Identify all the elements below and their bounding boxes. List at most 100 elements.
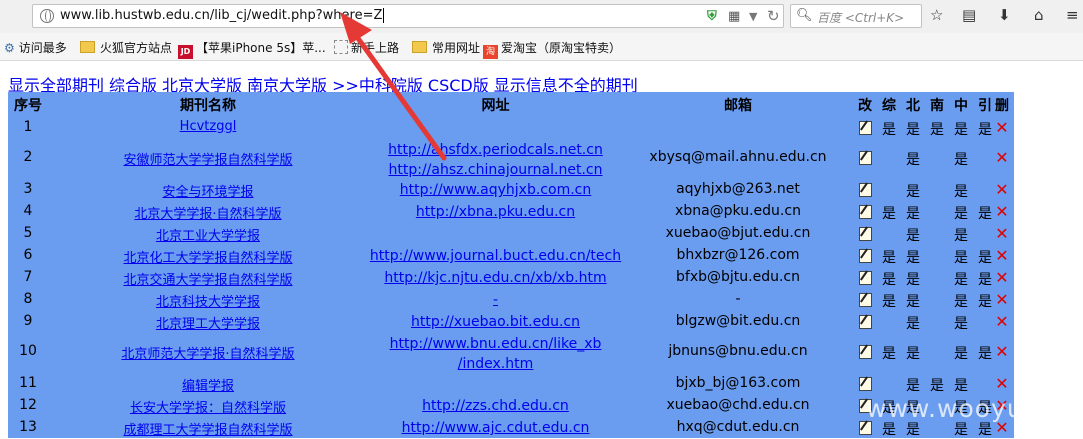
pku-flag: 是 xyxy=(906,184,920,200)
table-row: 5 北京工业大学学报 xuebao@bjut.edu.cn 是 是 ✕ xyxy=(8,223,1014,245)
website-link[interactable]: http://www.aqyhjxb.com.cn xyxy=(368,180,623,200)
pku-flag: 是 xyxy=(906,152,920,168)
comprehensive-flag: 是 xyxy=(882,294,896,310)
menu-icon[interactable]: ≡ xyxy=(1066,6,1079,24)
header-nju: 南 xyxy=(930,98,944,114)
website-link[interactable]: http://xuebao.bit.edu.cn xyxy=(368,312,623,332)
row-number: 8 xyxy=(23,291,33,307)
pencil-icon xyxy=(858,421,872,435)
delete-icon[interactable]: ✕ xyxy=(990,224,1014,243)
journal-name-link[interactable]: 北京工业大学学报 xyxy=(48,225,368,244)
email: - xyxy=(735,291,741,307)
website-cell: http://www.aqyhjxb.com.cn xyxy=(368,180,623,200)
download-icon[interactable]: ⬇ xyxy=(998,6,1011,24)
email: xbna@pku.edu.cn xyxy=(675,203,801,219)
journal-name-link[interactable]: 北京大学学报·自然科学版 xyxy=(48,203,368,222)
journal-name-link[interactable]: 北京理工大学学报 xyxy=(48,313,368,332)
edit-icon[interactable] xyxy=(853,183,877,200)
search-box[interactable]: 🔍︎ 百度 <Ctrl+K> xyxy=(790,4,922,28)
table-row: 6 北京化工大学学报自然科学版 bhxbzr@126.com 是是是是 http://w… xyxy=(8,245,1014,267)
website-link[interactable]: http://www.ajc.cdut.edu.cn xyxy=(368,418,623,438)
delete-icon[interactable]: ✕ xyxy=(990,180,1014,199)
edit-icon[interactable] xyxy=(853,151,877,168)
edit-icon[interactable] xyxy=(853,345,877,362)
cas-flag: 是 xyxy=(954,316,968,332)
header-comprehensive: 综 xyxy=(882,98,896,114)
website-link[interactable]: /index.htm xyxy=(368,354,623,374)
pencil-icon xyxy=(858,183,872,197)
delete-icon[interactable]: ✕ xyxy=(990,374,1014,393)
cas-flag: 是 xyxy=(954,378,968,394)
edit-icon[interactable] xyxy=(853,421,877,438)
header-edit: 改 xyxy=(858,98,872,114)
comprehensive-flag: 是 xyxy=(882,346,896,362)
bookmark-taobao[interactable]: 淘爱淘宝（原淘宝特卖） xyxy=(483,39,621,59)
journal-name-link[interactable]: 北京师范大学学报·自然科学版 xyxy=(48,343,368,362)
home-icon[interactable]: ⌂ xyxy=(1034,6,1044,24)
bookmark-common-sites[interactable]: 常用网址 xyxy=(412,39,480,56)
pku-flag: 是 xyxy=(906,316,920,332)
edit-icon[interactable] xyxy=(853,377,877,394)
journal-name-link[interactable]: 长安大学学报：自然科学版 xyxy=(48,397,368,416)
bookmark-firefox-site[interactable]: 火狐官方站点 xyxy=(80,39,172,56)
edit-icon[interactable] xyxy=(853,315,877,332)
website-cell: - xyxy=(368,290,623,310)
delete-icon[interactable]: ✕ xyxy=(990,118,1014,137)
website-link[interactable]: http://kjc.njtu.edu.cn/xb/xb.htm xyxy=(368,268,623,288)
delete-icon[interactable]: ✕ xyxy=(990,268,1014,287)
edit-icon[interactable] xyxy=(853,205,877,222)
table-row: 1 Hcvtzggl 是是是是是 ✕ xyxy=(8,117,1014,139)
journal-name-link[interactable]: 北京化工大学学报自然科学版 xyxy=(48,247,368,266)
journal-name-link[interactable]: 成都理工大学学报自然科学版 xyxy=(48,419,368,438)
website-link[interactable]: http://zzs.chd.edu.cn xyxy=(368,396,623,416)
taobao-icon: 淘 xyxy=(483,45,498,59)
pencil-icon xyxy=(858,377,872,391)
email: bhxbzr@126.com xyxy=(676,247,800,263)
reload-icon[interactable]: ↻ xyxy=(767,7,780,25)
reading-list-icon[interactable]: ▤ xyxy=(962,6,976,24)
row-number: 13 xyxy=(19,419,37,435)
watermark: www.wooyun.org xyxy=(866,394,1083,423)
edit-icon[interactable] xyxy=(853,249,877,266)
url-text[interactable]: www.lib.hustwb.edu.cn/lib_cj/wedit.php?w… xyxy=(60,8,385,23)
delete-icon[interactable]: ✕ xyxy=(990,290,1014,309)
bookmark-most-visited[interactable]: ⚙ 访问最多 xyxy=(4,39,67,56)
address-bar[interactable]: www.lib.hustwb.edu.cn/lib_cj/wedit.php?w… xyxy=(32,4,784,28)
delete-icon[interactable]: ✕ xyxy=(990,202,1014,221)
journal-name-link[interactable]: Hcvtzggl xyxy=(48,119,368,134)
website-link[interactable]: http://ahsz.chinajournal.net.cn xyxy=(368,160,623,180)
website-link[interactable]: http://www.journal.buct.edu.cn/tech xyxy=(368,246,623,266)
star-icon[interactable]: ☆ xyxy=(930,6,943,24)
website-link[interactable]: - xyxy=(368,290,623,310)
delete-icon[interactable]: ✕ xyxy=(990,342,1014,361)
edit-icon[interactable] xyxy=(853,227,877,244)
cas-flag: 是 xyxy=(954,228,968,244)
journal-name-link[interactable]: 北京科技大学学报 xyxy=(48,291,368,310)
table-row: 13 成都理工大学学报自然科学版 hxq@cdut.edu.cn 是是是是 http:/… xyxy=(8,417,1014,439)
text-cursor xyxy=(383,8,385,23)
website-link[interactable]: http://ahsfdx.periodcals.net.cn xyxy=(368,140,623,160)
journal-name-link[interactable]: 编辑学报 xyxy=(48,375,368,394)
pku-flag: 是 xyxy=(906,294,920,310)
row-number: 2 xyxy=(23,149,33,165)
edit-icon[interactable] xyxy=(853,271,877,288)
edit-icon[interactable] xyxy=(853,121,877,138)
pencil-icon xyxy=(858,345,872,359)
edit-icon[interactable] xyxy=(853,293,877,310)
qr-icon[interactable]: ▦ xyxy=(728,9,740,24)
journal-name-link[interactable]: 安徽师范大学学报自然科学版 xyxy=(48,149,368,168)
bookmark-iphone[interactable]: JD 【苹果iPhone 5s】苹... xyxy=(178,39,326,59)
delete-icon[interactable]: ✕ xyxy=(990,246,1014,265)
delete-icon[interactable]: ✕ xyxy=(990,148,1014,167)
pku-flag: 是 xyxy=(906,250,920,266)
row-number: 1 xyxy=(23,119,33,135)
journal-name-link[interactable]: 北京交通大学学报自然科学版 xyxy=(48,269,368,288)
shield-icon[interactable]: ⛨ xyxy=(707,9,717,24)
bookmark-beginner[interactable]: 新手上路 xyxy=(334,39,399,56)
journal-name-link[interactable]: 安全与环境学报 xyxy=(48,181,368,200)
row-number: 5 xyxy=(23,225,33,241)
website-link[interactable]: http://xbna.pku.edu.cn xyxy=(368,202,623,222)
dropdown-icon[interactable]: ▼ xyxy=(749,10,757,23)
delete-icon[interactable]: ✕ xyxy=(990,312,1014,331)
website-link[interactable]: http://www.bnu.edu.cn/like_xb xyxy=(368,334,623,354)
